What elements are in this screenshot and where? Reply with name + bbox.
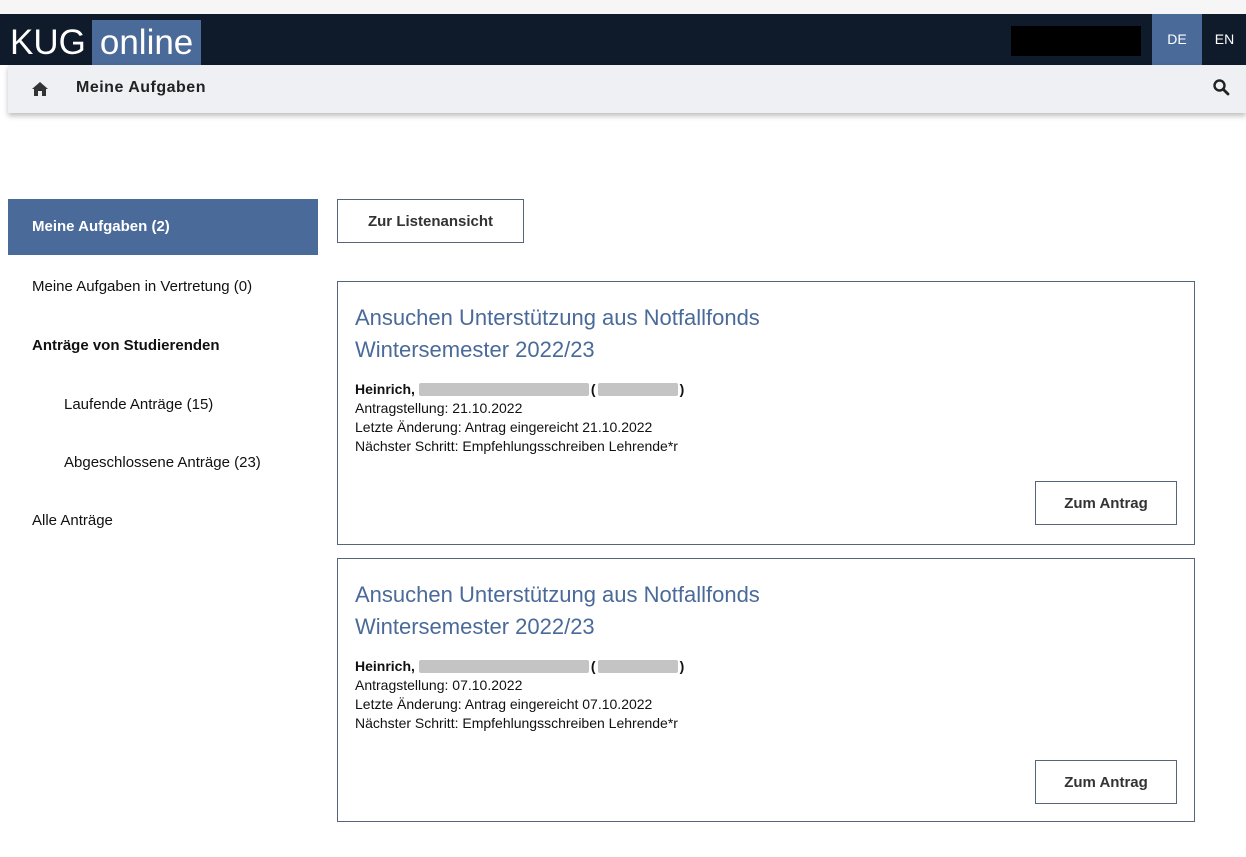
student-surname: Heinrich, [355, 381, 415, 397]
task-title-line: Wintersemester 2022/23 [355, 614, 595, 639]
logo-online-text: online [91, 20, 202, 65]
student-name: Heinrich, ( ) [355, 657, 684, 676]
list-view-button[interactable]: Zur Listenansicht [337, 199, 524, 243]
user-name-redacted[interactable] [1011, 26, 1141, 56]
next-step: Nächster Schritt: Empfehlungsschreiben L… [355, 438, 678, 454]
last-change: Letzte Änderung: Antrag eingereicht 07.1… [355, 696, 653, 712]
open-application-button[interactable]: Zum Antrag [1035, 481, 1177, 525]
last-change: Letzte Änderung: Antrag eingereicht 21.1… [355, 419, 653, 435]
task-title-line: Ansuchen Unterstützung aus Notfallfonds [355, 582, 760, 607]
task-card: Ansuchen Unterstützung aus Notfallfonds … [337, 558, 1195, 822]
paren-open: ( [590, 658, 596, 674]
sidebar-item-alle-antraege[interactable]: Alle Anträge [32, 512, 113, 529]
home-icon[interactable] [31, 80, 49, 98]
submission-date: Antragstellung: 21.10.2022 [355, 400, 523, 416]
redacted-student-id [597, 383, 678, 396]
page-title: Meine Aufgaben [76, 79, 206, 96]
language-de-button[interactable]: DE [1152, 14, 1202, 65]
sidebar-item-antraege-studierende[interactable]: Anträge von Studierenden [32, 337, 220, 354]
paren-open: ( [590, 381, 596, 397]
student-name: Heinrich, ( ) [355, 380, 684, 399]
language-en-button[interactable]: EN [1203, 14, 1246, 65]
open-application-button[interactable]: Zum Antrag [1035, 760, 1177, 804]
paren-close: ) [679, 658, 685, 674]
paren-close: ) [679, 381, 685, 397]
task-details: Heinrich, ( ) Antragstellung: 21.10.2022… [355, 380, 684, 456]
task-title-line: Wintersemester 2022/23 [355, 337, 595, 362]
kug-online-logo[interactable]: KUG online [8, 14, 202, 65]
task-title-line: Ansuchen Unterstützung aus Notfallfonds [355, 305, 760, 330]
redacted-first-name [418, 383, 589, 396]
sidebar-item-abgeschlossene-antraege[interactable]: Abgeschlossene Anträge (23) [64, 454, 261, 471]
top-strip [0, 0, 1246, 14]
sidebar-item-laufende-antraege[interactable]: Laufende Anträge (15) [64, 396, 213, 413]
task-title[interactable]: Ansuchen Unterstützung aus Notfallfonds … [355, 579, 760, 643]
submission-date: Antragstellung: 07.10.2022 [355, 677, 523, 693]
next-step: Nächster Schritt: Empfehlungsschreiben L… [355, 715, 678, 731]
top-header: KUG online DE EN [0, 0, 1246, 65]
logo-kug-text: KUG [8, 20, 92, 65]
search-icon[interactable] [1212, 78, 1230, 96]
task-card: Ansuchen Unterstützung aus Notfallfonds … [337, 281, 1195, 545]
student-surname: Heinrich, [355, 658, 415, 674]
breadcrumb: Meine Aufgaben [8, 65, 1246, 113]
sidebar-item-meine-aufgaben[interactable]: Meine Aufgaben (2) [8, 199, 318, 255]
task-title[interactable]: Ansuchen Unterstützung aus Notfallfonds … [355, 302, 760, 366]
sidebar-item-vertretung[interactable]: Meine Aufgaben in Vertretung (0) [32, 278, 252, 295]
redacted-student-id [597, 660, 678, 673]
task-details: Heinrich, ( ) Antragstellung: 07.10.2022… [355, 657, 684, 733]
redacted-first-name [418, 660, 589, 673]
